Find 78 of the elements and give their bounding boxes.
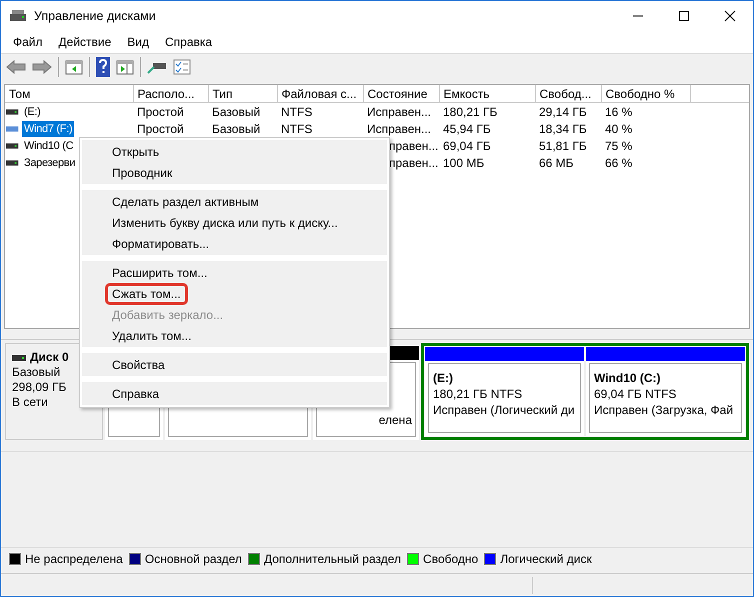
table-cell: Простой [137, 104, 184, 118]
table-cell: 100 МБ [443, 156, 484, 170]
table-cell-text: правен... [388, 156, 438, 170]
column-header[interactable]: Том [5, 85, 133, 102]
table-cell: 66 МБ [539, 156, 574, 170]
partition[interactable]: (E:) 180,21 ГБ NTFS Исправен (Логический ди [425, 347, 584, 436]
help-icon[interactable] [96, 57, 110, 77]
table-cell: NTFS [281, 104, 312, 118]
maximize-icon[interactable] [678, 10, 690, 22]
table-cell: Базовый [212, 122, 260, 136]
menu-item[interactable]: Сжать том... [82, 283, 387, 304]
table-cell: 69,04 ГБ [443, 138, 491, 152]
back-arrow-icon[interactable] [6, 59, 26, 75]
table-cell: 180,21 ГБ [443, 104, 498, 118]
menu-item[interactable]: Открыть [82, 141, 387, 162]
table-cell: 75 % [605, 138, 632, 152]
partition-name: Wind10 (C:) [594, 370, 662, 386]
partition-status: Исправен (Загрузка, Фай [594, 402, 734, 418]
table-cell: 16 % [605, 104, 632, 118]
legend-label: Свободно [423, 552, 478, 566]
menu-item[interactable]: Справка [82, 383, 387, 404]
table-cell: 40 % [605, 122, 632, 136]
partition[interactable]: Wind10 (C:) 69,04 ГБ NTFS Исправен (Загрузка, Фай [586, 347, 745, 436]
volume-name[interactable]: Зарезерви [22, 154, 78, 170]
volume-name[interactable]: Wind10 (C [22, 138, 76, 154]
menu-item[interactable]: Расширить том... [82, 262, 387, 283]
column-header[interactable]: Тип [208, 85, 277, 102]
action-pane-icon[interactable] [116, 59, 134, 75]
partition-size: 180,21 ГБ NTFS [433, 386, 524, 402]
table-cell: 29,14 ГБ [539, 104, 587, 118]
column-header[interactable]: Свобод... [535, 85, 601, 102]
partition-status: Исправен (Логический ди [433, 402, 576, 418]
disk-type: Базовый [12, 365, 62, 380]
window-title: Управление дисками [34, 9, 156, 23]
table-cell: 66 % [605, 156, 632, 170]
legend-label: Основной раздел [144, 552, 242, 566]
close-icon[interactable] [724, 10, 736, 22]
menu-item[interactable]: Вид [119, 35, 157, 49]
volume-name[interactable]: Wind7 (F:) [22, 120, 74, 136]
menu-item[interactable]: Форматировать... [82, 233, 387, 254]
checklist-icon[interactable] [173, 59, 191, 75]
table-cell: NTFS [281, 122, 312, 136]
partition-label: елена [378, 412, 412, 428]
table-cell: 51,81 ГБ [539, 138, 587, 152]
legend-label: Дополнительный раздел [264, 552, 402, 566]
column-header[interactable]: Емкость [439, 85, 535, 102]
legend-label: Не распределена [25, 552, 123, 566]
disk-drive-icon [9, 8, 27, 24]
table-cell: Простой [137, 122, 184, 136]
table-cell: 45,94 ГБ [443, 122, 491, 136]
menu-item[interactable]: Справка [157, 35, 220, 49]
partition-name: (E:) [433, 370, 454, 386]
menu-item[interactable]: Действие [50, 35, 120, 49]
column-header[interactable]: Свободно % [601, 85, 690, 102]
console-tree-icon[interactable] [65, 59, 83, 75]
column-header[interactable]: Располо... [133, 85, 208, 102]
table-cell: Исправен... [367, 122, 432, 136]
menu-item[interactable]: Удалить том... [82, 325, 387, 346]
menu-item[interactable]: Изменить букву диска или путь к диску... [82, 212, 387, 233]
partition-size: 69,04 ГБ NTFS [594, 386, 678, 402]
menu-item[interactable]: Свойства [82, 354, 387, 375]
disk-status: В сети [12, 395, 49, 410]
highlight-outline: Сжать том... [105, 282, 188, 304]
disk-size: 298,09 ГБ [12, 380, 68, 395]
column-header[interactable]: Файловая с... [277, 85, 363, 102]
column-header[interactable]: Состояние [363, 85, 439, 102]
menu-item[interactable]: Проводник [82, 162, 387, 183]
legend-label: Логический диск [500, 552, 592, 566]
forward-arrow-icon[interactable] [32, 59, 52, 75]
volume-name[interactable]: (E:) [22, 104, 43, 120]
table-cell-text: правен... [388, 138, 438, 152]
extended-partition[interactable]: (E:) 180,21 ГБ NTFS Исправен (Логический ди Wind10 (C:) 69,04 ГБ NTFS Исправен (Загрузка, Фай [421, 343, 749, 440]
table-cell: 18,34 ГБ [539, 122, 587, 136]
table-cell: Исправен... [367, 104, 432, 118]
table-cell: Базовый [212, 104, 260, 118]
menu-item[interactable]: Файл [5, 35, 51, 49]
disk-name: Диск 0 [30, 350, 69, 365]
menu-item[interactable]: Сделать раздел активным [82, 191, 387, 212]
